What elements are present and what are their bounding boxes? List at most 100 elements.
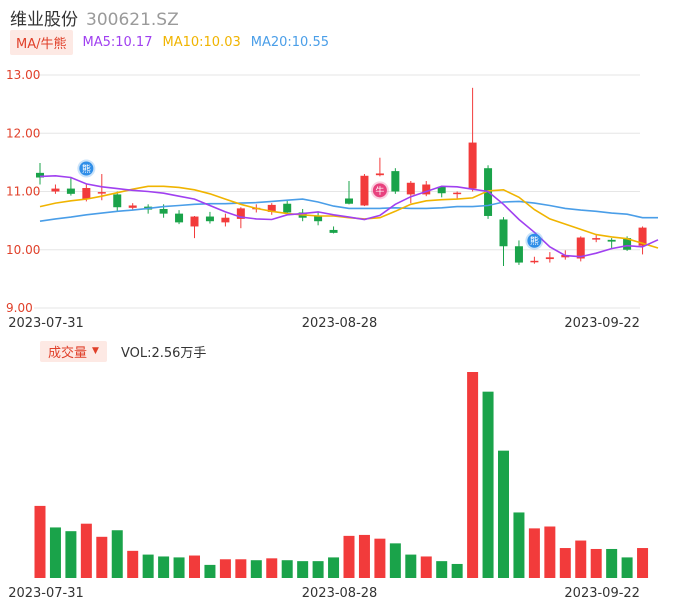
volume-date-label: 2023-08-28 (302, 586, 378, 601)
ma10-line (39, 185, 659, 249)
candle-down (623, 238, 632, 250)
candle-up (422, 184, 431, 195)
candle-up (561, 254, 570, 258)
volume-bar-up (343, 535, 355, 578)
candle-up (453, 192, 462, 195)
price-tick-label: 9.00 (6, 301, 33, 315)
date-label: 2023-09-22 (564, 316, 640, 331)
volume-bar-down (328, 557, 340, 578)
candle-up (252, 207, 261, 210)
candle-down (298, 212, 307, 218)
volume-legend: 成交量 ▼ VOL:2.56万手 (40, 340, 207, 362)
volume-bar-down (297, 561, 309, 578)
date-label: 2023-07-31 (8, 316, 84, 331)
candle-up (592, 238, 601, 240)
volume-bar-up (96, 536, 108, 578)
candle-up (406, 182, 415, 195)
volume-toggle-label: 成交量 (48, 345, 88, 361)
volume-toggle-button[interactable]: 成交量 ▼ (40, 340, 107, 362)
volume-bar-up (266, 558, 278, 578)
volume-bar-down (65, 531, 77, 578)
marker-halo (77, 159, 96, 178)
volume-bar-down (312, 561, 324, 578)
volume-bar-down (204, 564, 216, 578)
candle-up (468, 142, 477, 189)
candle-down (36, 172, 44, 178)
candle-down (437, 186, 446, 194)
volume-bar-up (189, 555, 200, 578)
candle-down (514, 246, 523, 263)
volume-bar-up (467, 372, 479, 578)
candle-down (314, 215, 323, 222)
volume-bar-up (80, 523, 92, 578)
marker-badge (372, 183, 387, 198)
marker-halo (525, 231, 544, 250)
candle-down (205, 216, 214, 222)
bull-marker-icon: 牛 (370, 181, 389, 200)
volume-date-label: 2023-09-22 (564, 586, 640, 601)
volume-bar-up (358, 534, 370, 578)
bear-marker-icon: 熊 (525, 231, 544, 250)
dropdown-triangle-icon: ▼ (92, 346, 99, 356)
volume-bar-down (451, 563, 463, 578)
candle-up (128, 205, 137, 208)
candle-up (576, 237, 585, 259)
price-tick-label: 11.00 (6, 185, 40, 199)
candle-down (175, 213, 184, 223)
candle-up (375, 173, 384, 176)
marker-halo (370, 181, 389, 200)
ma20-line (39, 198, 658, 222)
volume-bar-up (235, 559, 247, 578)
candle-up (638, 227, 647, 246)
ma10-label: MA10:10.03 (162, 34, 241, 50)
stock-name: 维业股份 (10, 10, 78, 30)
volume-bar-up (219, 559, 231, 578)
bear-marker-icon: 熊 (77, 159, 96, 178)
volume-value-label: VOL:2.56万手 (120, 345, 207, 361)
volume-bar-up (575, 540, 587, 578)
candle-up (221, 217, 230, 223)
volume-bar-down (513, 512, 525, 578)
marker-label: 熊 (82, 163, 91, 175)
candle-down (66, 188, 75, 194)
candle-up (360, 175, 369, 206)
candle-down (391, 171, 400, 192)
volume-bar-up (127, 550, 139, 578)
ma5-label: MA5:10.17 (82, 34, 153, 50)
ma5-line (39, 174, 659, 258)
candle-down (283, 203, 292, 213)
volume-bar-up (420, 556, 432, 578)
volume-bar-down (111, 530, 123, 578)
volume-date-label: 2023-07-31 (8, 586, 84, 601)
candle-down (159, 208, 168, 214)
volume-bar-down (606, 548, 618, 578)
candle-up (51, 188, 60, 192)
volume-bar-down (436, 561, 448, 578)
volume-bar-down (173, 557, 185, 578)
volume-bar-up (374, 538, 386, 578)
volume-bar-down (498, 450, 509, 578)
candle-down (607, 239, 616, 242)
stock-header: 维业股份 300621.SZ (10, 5, 179, 30)
price-tick-label: 12.00 (6, 126, 40, 140)
candle-up (530, 260, 539, 263)
volume-bar-down (49, 527, 61, 578)
stock-code: 300621.SZ (86, 10, 179, 30)
candle-up (545, 257, 554, 260)
candle-down (345, 198, 353, 204)
marker-badge (527, 233, 542, 248)
ma-legend: MA/牛熊 MA5:10.17 MA10:10.03 MA20:10.55 (10, 29, 329, 55)
candle-up (82, 188, 91, 200)
marker-label: 熊 (530, 235, 539, 247)
ma20-label: MA20:10.55 (250, 34, 329, 50)
volume-bar-down (158, 556, 170, 578)
candle-up (190, 216, 199, 227)
price-tick-label: 10.00 (6, 243, 40, 257)
candle-down (484, 168, 493, 216)
volume-bar-down (621, 557, 633, 578)
candle-up (267, 204, 276, 212)
volume-bar-up (34, 505, 46, 578)
candlestick-chart[interactable]: 13.0012.0011.0010.009.00熊牛熊2023-07-31 202… (0, 0, 686, 606)
volume-bar-down (389, 543, 401, 578)
ma-toggle-button[interactable]: MA/牛熊 (10, 29, 73, 55)
